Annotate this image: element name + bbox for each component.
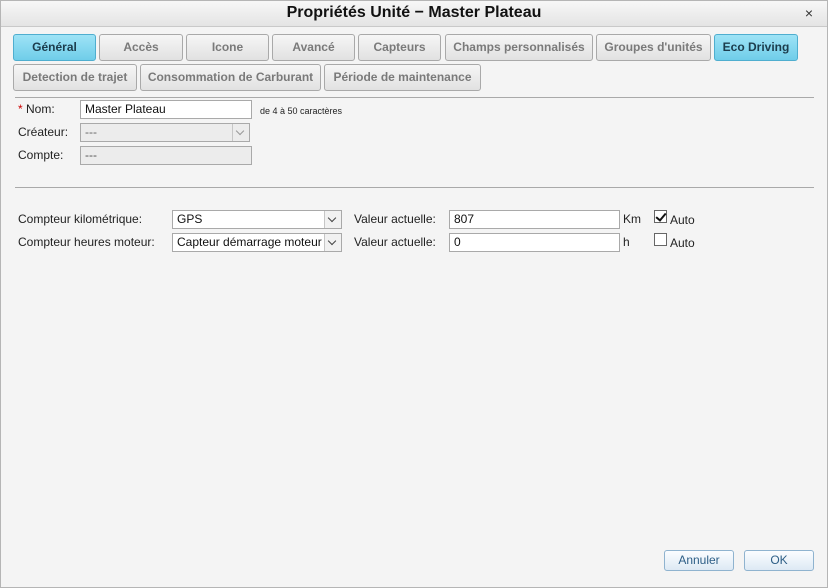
name-input[interactable]: Master Plateau bbox=[80, 100, 252, 119]
tab-maintenance-period[interactable]: Période de maintenance bbox=[324, 64, 481, 91]
mileage-counter-value: GPS bbox=[177, 212, 203, 226]
engine-auto-label: Auto bbox=[670, 236, 695, 250]
dialog-titlebar[interactable]: Propriétés Unité − Master Plateau × bbox=[1, 1, 827, 27]
engine-hours-value: Capteur démarrage moteur bbox=[177, 235, 322, 249]
account-field: --- bbox=[80, 146, 252, 165]
tab-icon[interactable]: Icone bbox=[186, 34, 269, 61]
chevron-down-icon bbox=[232, 124, 249, 141]
tab-advanced[interactable]: Avancé bbox=[272, 34, 355, 61]
chevron-down-icon[interactable] bbox=[324, 234, 341, 251]
creator-value: --- bbox=[85, 125, 97, 139]
engine-hours-label: Compteur heures moteur: bbox=[18, 235, 155, 249]
tab-trip-detection[interactable]: Detection de trajet bbox=[13, 64, 137, 91]
properties-dialog: Propriétés Unité − Master Plateau × Géné… bbox=[0, 0, 828, 588]
engine-current-input[interactable]: 0 bbox=[449, 233, 620, 252]
mileage-counter-label: Compteur kilométrique: bbox=[18, 212, 143, 226]
tab-unit-groups[interactable]: Groupes d'unités bbox=[596, 34, 711, 61]
chevron-down-icon[interactable] bbox=[324, 211, 341, 228]
mileage-counter-select[interactable]: GPS bbox=[172, 210, 342, 229]
mileage-auto-checkbox[interactable] bbox=[654, 210, 667, 223]
tab-custom-fields[interactable]: Champs personnalisés bbox=[445, 34, 593, 61]
mileage-unit: Km bbox=[623, 212, 641, 226]
mileage-auto-label: Auto bbox=[670, 213, 695, 227]
tab-eco-driving[interactable]: Eco Driving bbox=[714, 34, 798, 61]
ok-button[interactable]: OK bbox=[744, 550, 814, 571]
creator-label: Créateur: bbox=[18, 125, 69, 139]
creator-select: --- bbox=[80, 123, 250, 142]
account-label: Compte: bbox=[18, 148, 64, 162]
tab-sensors[interactable]: Capteurs bbox=[358, 34, 441, 61]
cancel-button[interactable]: Annuler bbox=[664, 550, 734, 571]
name-hint: de 4 à 50 caractères bbox=[260, 106, 343, 116]
tab-access[interactable]: Accès bbox=[99, 34, 183, 61]
tab-fuel-consumption[interactable]: Consommation de Carburant bbox=[140, 64, 321, 91]
divider-top bbox=[15, 97, 814, 98]
name-label: * Nom: bbox=[18, 102, 55, 116]
mileage-current-label: Valeur actuelle: bbox=[354, 212, 436, 226]
divider-middle bbox=[15, 187, 814, 188]
tab-general[interactable]: Général bbox=[13, 34, 96, 61]
mileage-current-input[interactable]: 807 bbox=[449, 210, 620, 229]
engine-current-label: Valeur actuelle: bbox=[354, 235, 436, 249]
engine-unit: h bbox=[623, 235, 630, 249]
engine-hours-select[interactable]: Capteur démarrage moteur bbox=[172, 233, 342, 252]
close-icon[interactable]: × bbox=[801, 5, 817, 21]
name-label-text: Nom: bbox=[26, 102, 55, 116]
engine-auto-checkbox[interactable] bbox=[654, 233, 667, 246]
dialog-title: Propriétés Unité − Master Plateau bbox=[286, 4, 542, 21]
required-mark: * bbox=[18, 102, 23, 116]
